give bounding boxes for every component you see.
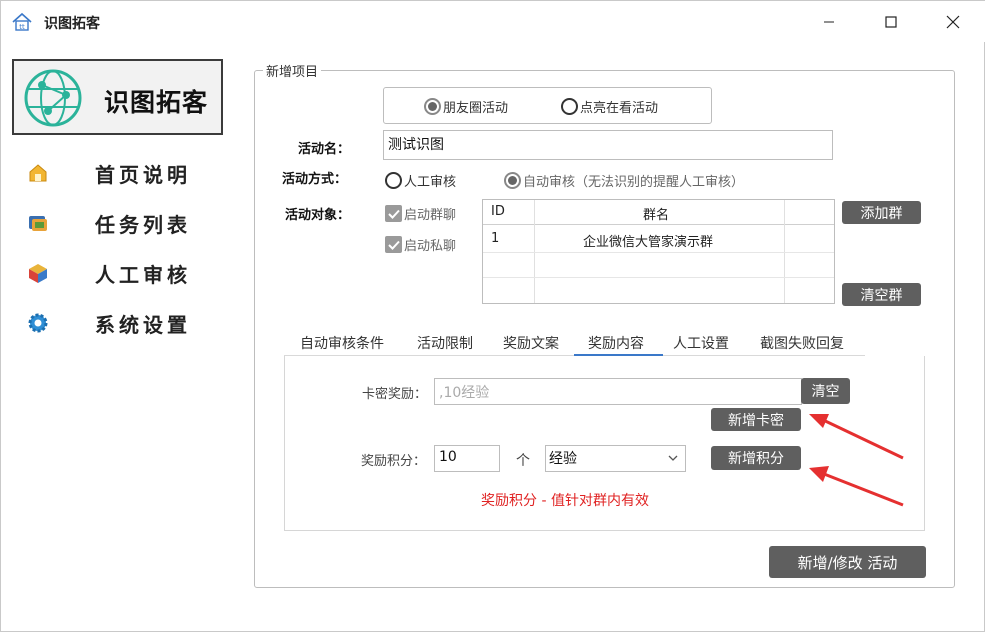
sidebar-item-home[interactable]: 首页说明 (21, 153, 221, 193)
sidebar-item-label: 人工审核 (95, 262, 191, 287)
app-window: tt 识图拓客 识图拓客 首页说明 任务列表 人工审核 系统设置 新增项目 朋友… (0, 0, 985, 632)
points-unit-label: 个 (516, 453, 530, 469)
checkbox-label: 启动群聊 (404, 208, 457, 223)
activity-type-box: 朋友圈活动 点亮在看活动 (383, 87, 712, 124)
tab-manual-settings[interactable]: 人工设置 (673, 333, 729, 353)
tab-auto-review-conditions[interactable]: 自动审核条件 (300, 333, 384, 353)
sidebar-item-label: 系统设置 (95, 312, 191, 337)
annotation-arrows (809, 414, 904, 507)
review-icon (29, 264, 47, 283)
minimize-button[interactable] (798, 1, 860, 42)
activity-mode-label: 活动方式： (282, 172, 348, 187)
submit-activity-button[interactable]: 新增/修改 活动 (769, 546, 926, 578)
svg-text:tt: tt (19, 23, 25, 31)
tasks-icon (29, 216, 47, 231)
app-home-icon: tt (12, 12, 32, 31)
group-title: 新增项目 (263, 61, 322, 80)
group-grid[interactable]: ID 群名 1 企业微信大管家演示群 (482, 199, 835, 304)
radio-indicator (385, 172, 402, 189)
maximize-button[interactable] (860, 1, 922, 42)
checkbox-label: 启动私聊 (404, 239, 457, 254)
radio-indicator (504, 172, 521, 189)
card-reward-input[interactable]: ,10经验 (434, 378, 802, 405)
grid-cell-id: 1 (491, 231, 500, 246)
radio-label: 朋友圈活动 (443, 101, 509, 116)
radio-moments-activity[interactable]: 朋友圈活动 (424, 97, 508, 116)
grid-divider (483, 277, 834, 278)
logo-text: 识图拓客 (104, 88, 209, 117)
radio-indicator (424, 98, 441, 115)
checkbox-group-chat[interactable]: 启动群聊 (385, 204, 456, 223)
add-card-button[interactable]: 新增卡密 (711, 408, 801, 431)
tab-reward-content[interactable]: 奖励内容 (588, 333, 644, 353)
clear-group-button[interactable]: 清空群 (842, 283, 921, 306)
home-icon (29, 164, 47, 182)
points-type-select[interactable]: 经验 (545, 445, 686, 472)
close-icon (946, 15, 960, 28)
globe-logo-icon (24, 69, 82, 127)
add-group-button[interactable]: 添加群 (842, 201, 921, 224)
radio-like-activity[interactable]: 点亮在看活动 (561, 97, 658, 116)
window-title: 识图拓客 (44, 16, 100, 32)
tab-reward-copy[interactable]: 奖励文案 (503, 333, 559, 353)
activity-target-label: 活动对象： (285, 208, 351, 223)
points-type-value: 经验 (549, 451, 577, 467)
points-reward-label: 奖励积分： (361, 454, 427, 469)
sidebar-item-label: 首页说明 (95, 162, 191, 187)
red-arrow-icon (809, 466, 904, 507)
add-points-button[interactable]: 新增积分 (711, 446, 801, 470)
tab-screenshot-fail-reply[interactable]: 截图失败回复 (760, 333, 844, 353)
chevron-down-icon (668, 455, 678, 461)
grid-header: ID 群名 (483, 200, 834, 225)
grid-divider (483, 252, 834, 253)
grid-header-id: ID (491, 204, 505, 219)
sidebar-item-review[interactable]: 人工审核 (21, 253, 221, 293)
card-reward-label: 卡密奖励： (362, 387, 428, 402)
close-button[interactable] (922, 1, 984, 42)
radio-manual-review[interactable]: 人工审核 (385, 171, 456, 190)
checkbox-checked-icon (385, 236, 402, 253)
checkbox-checked-icon (385, 205, 402, 222)
tab-activity-limits[interactable]: 活动限制 (417, 333, 473, 353)
points-hint-text: 奖励积分 - 值针对群内有效 (481, 493, 649, 509)
activity-name-input[interactable]: 测试识图 (383, 130, 833, 160)
minimize-icon (824, 21, 834, 22)
red-arrow-icon (809, 414, 904, 460)
checkbox-private-chat[interactable]: 启动私聊 (385, 235, 456, 254)
radio-indicator (561, 98, 578, 115)
sidebar-item-settings[interactable]: 系统设置 (21, 303, 221, 343)
radio-auto-review[interactable]: 自动审核（无法识别的提醒人工审核） (504, 171, 744, 190)
sidebar-item-label: 任务列表 (95, 212, 191, 237)
gear-icon (28, 313, 48, 333)
maximize-icon (885, 15, 897, 28)
activity-name-label: 活动名： (298, 142, 351, 157)
clear-card-button[interactable]: 清空 (801, 378, 850, 404)
sidebar-item-tasks[interactable]: 任务列表 (21, 203, 221, 243)
radio-label: 点亮在看活动 (580, 101, 659, 116)
radio-label: 自动审核（无法识别的提醒人工审核） (523, 175, 745, 190)
grid-header-name: 群名 (643, 208, 670, 223)
logo-box: 识图拓客 (12, 59, 223, 135)
title-bar: tt 识图拓客 (1, 1, 985, 42)
radio-label: 人工审核 (404, 175, 457, 190)
points-value-input[interactable]: 10 (434, 445, 500, 472)
grid-cell-name: 企业微信大管家演示群 (583, 235, 714, 250)
